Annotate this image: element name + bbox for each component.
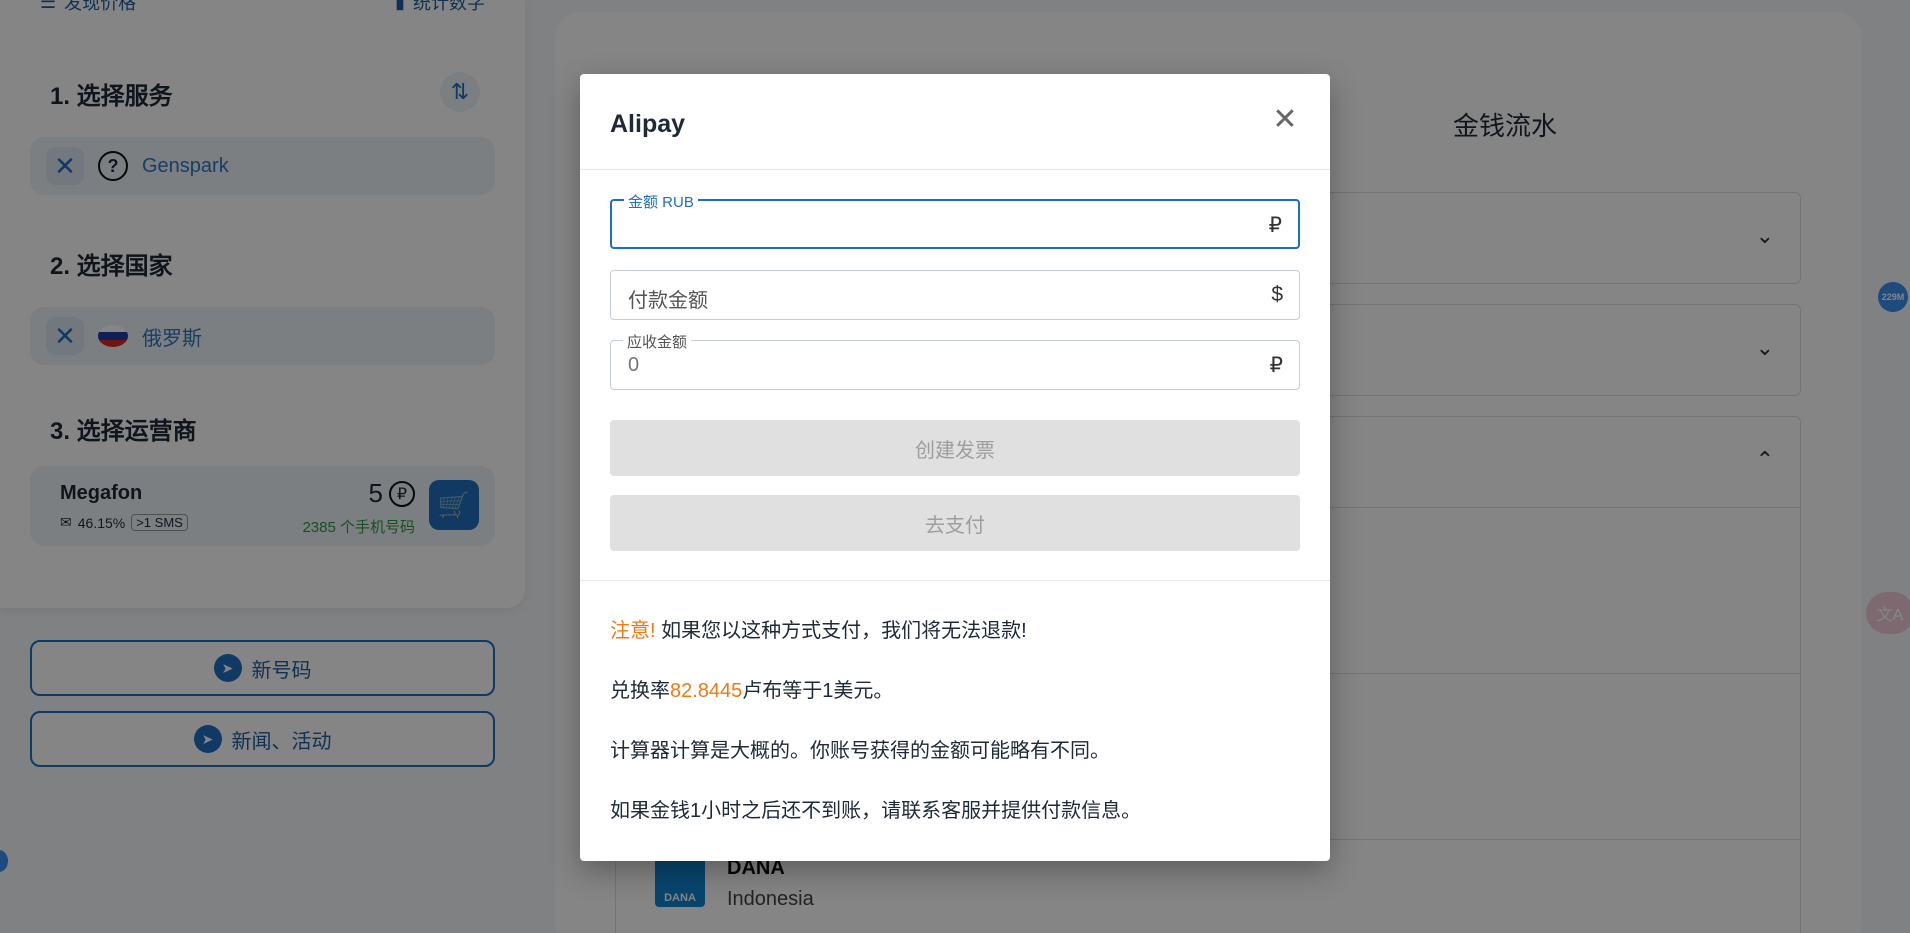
modal-header: Alipay ✕ [580,74,1330,170]
rate-value: 82.8445 [670,680,743,702]
warning-prefix: 注意! [610,620,656,642]
note-contact: 如果金钱1小时之后还不到账，请联系客服并提供付款信息。 [610,800,1142,822]
rate-prefix: 兑换率 [610,680,670,702]
ruble-icon: ₽ [1268,214,1282,237]
amount-rub-field[interactable]: 金额 RUB ₽ [610,191,1300,249]
receive-amount-label: 应收金额 [623,331,692,352]
pay-amount-placeholder: 付款金额 [628,290,708,312]
amount-rub-label: 金额 RUB [624,191,698,212]
note-warning: 注意! 如果您以这种方式支付，我们将无法退款! [610,614,1027,643]
rate-suffix: 卢布等于1美元。 [742,680,894,702]
warning-text: 如果您以这种方式支付，我们将无法退款! [655,620,1027,642]
modal-title: Alipay [610,110,686,138]
receive-amount-field[interactable]: 应收金额 0 ₽ [610,331,1300,390]
ruble-icon: ₽ [1269,354,1283,377]
receive-amount-value: 0 [628,354,640,376]
note-rate: 兑换率82.8445卢布等于1美元。 [610,674,893,703]
pay-amount-field[interactable]: 付款金额 $ [610,270,1300,320]
note-calc: 计算器计算是大概的。你账号获得的金额可能略有不同。 [610,740,1110,762]
go-pay-button[interactable]: 去支付 [610,495,1300,551]
dollar-icon: $ [1271,283,1283,306]
close-icon[interactable]: ✕ [1270,103,1300,136]
create-invoice-button[interactable]: 创建发票 [610,420,1300,476]
alipay-modal: Alipay ✕ 金额 RUB ₽ 付款金额 $ 应收金额 0 ₽ 创建发票 去… [580,74,1330,861]
divider [580,580,1330,581]
